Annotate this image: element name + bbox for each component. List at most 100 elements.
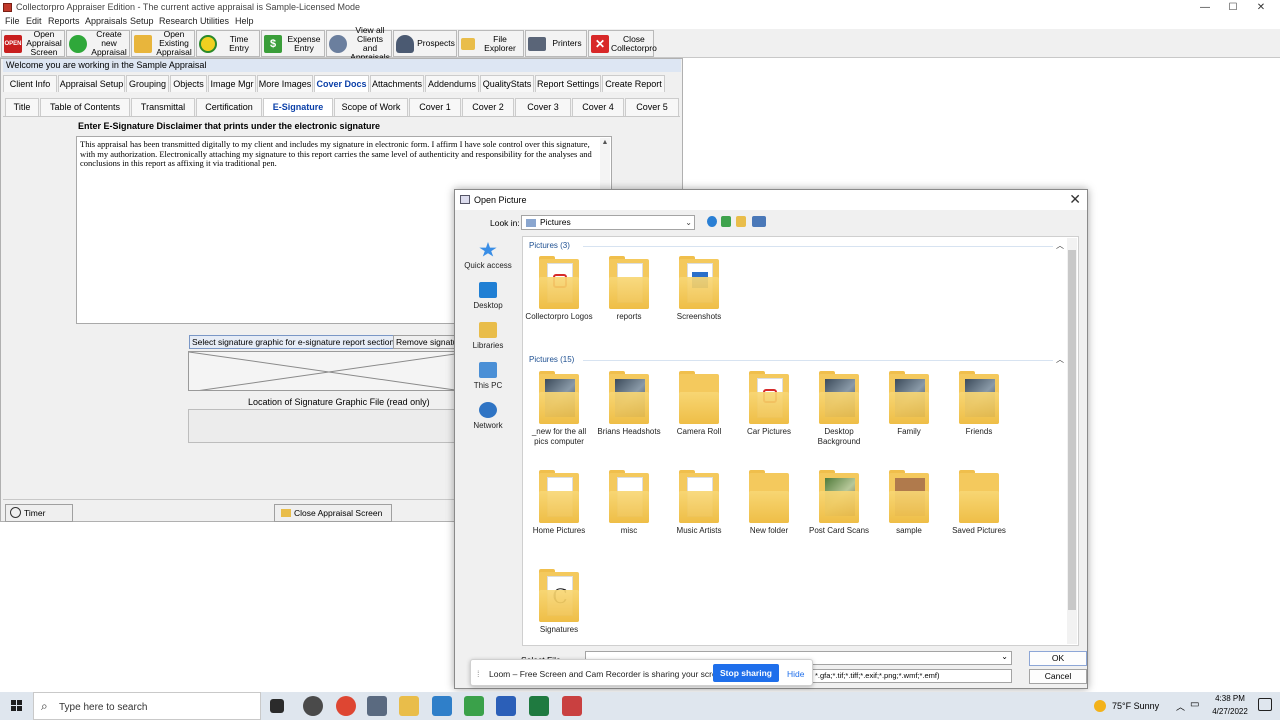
open-existing-appraisal-button[interactable]: Open Existing Appraisal [131,30,195,57]
folder-item[interactable]: reports [594,256,664,322]
close-appraisal-screen-button[interactable]: Close Appraisal Screen [274,504,392,522]
subtab-e-signature[interactable]: E-Signature [263,98,333,116]
file-explorer-button[interactable]: File Explorer [458,30,524,57]
tab-objects[interactable]: Objects [170,75,207,92]
menu-appraisals[interactable]: Appraisals [85,16,127,26]
folder-item[interactable]: Brians Headshots [594,371,664,437]
notifications-icon[interactable] [1258,698,1272,711]
folder-item[interactable]: Music Artists [664,470,734,536]
up-folder-icon[interactable] [721,216,731,227]
group-header-pictures-3[interactable]: Pictures (3) [529,241,570,250]
menu-utilities[interactable]: Utilities [200,16,229,26]
stop-sharing-button[interactable]: Stop sharing [713,664,779,682]
tab-cover-docs[interactable]: Cover Docs [314,75,369,92]
folder-item[interactable]: New folder [734,470,804,536]
folder-item[interactable]: Friends [944,371,1014,437]
clock-date[interactable]: 4/27/2022 [1210,707,1250,716]
chrome-icon[interactable] [336,696,356,716]
look-in-dropdown[interactable]: Pictures ⌄ [521,215,695,230]
clock-time[interactable]: 4:38 PM [1210,694,1250,703]
hide-link[interactable]: Hide [787,669,804,679]
chevron-up-icon[interactable]: ︿ [1056,240,1064,251]
app-icon[interactable] [464,696,484,716]
place-libraries[interactable]: Libraries [460,322,516,350]
network-icon[interactable]: ▭ [1190,699,1199,710]
folder-item[interactable]: _new for the all pics computer [524,371,594,447]
tab-report-settings[interactable]: Report Settings [535,75,601,92]
taskbar-search[interactable]: ⌕ Type here to search [33,692,261,720]
folder-item[interactable]: misc [594,470,664,536]
tab-client-info[interactable]: Client Info [3,75,57,92]
chevron-up-icon[interactable]: ︿ [1176,700,1185,713]
subtab-cover-2[interactable]: Cover 2 [462,98,514,116]
time-entry-button[interactable]: Time Entry [196,30,260,57]
start-button[interactable] [0,692,33,720]
folder-item[interactable]: Desktop Background [804,371,874,447]
tab-grouping[interactable]: Grouping [126,75,169,92]
tab-appraisal-setup[interactable]: Appraisal Setup [58,75,125,92]
group-header-pictures-15[interactable]: Pictures (15) [529,355,574,364]
chevron-up-icon[interactable]: ︿ [1056,354,1064,365]
cancel-button[interactable]: Cancel [1029,669,1087,684]
drag-handle-icon[interactable]: ⁞ [477,669,480,679]
tab-attachments[interactable]: Attachments [370,75,424,92]
subtab-title[interactable]: Title [5,98,39,116]
place-quick-access[interactable]: Quick access [460,242,516,270]
subtab-cover-5[interactable]: Cover 5 [625,98,679,116]
subtab-transmittal[interactable]: Transmittal [131,98,195,116]
file-explorer-icon[interactable] [399,696,419,716]
subtab-certification[interactable]: Certification [196,98,262,116]
view-menu-icon[interactable] [752,216,766,227]
dialog-close-icon[interactable]: ✕ [1069,191,1081,208]
app-icon[interactable] [367,696,387,716]
folder-item[interactable]: Post Card Scans [804,470,874,536]
folder-item[interactable]: Saved Pictures [944,470,1014,536]
open-appraisal-screen-button[interactable]: OPEN Open Appraisal Screen [1,30,65,57]
menu-research[interactable]: Research [159,16,198,26]
timer-button[interactable]: Timer [5,504,73,522]
place-this-pc[interactable]: This PC [460,362,516,390]
select-signature-button[interactable]: Select signature graphic for e-signature… [189,335,398,349]
new-folder-icon[interactable] [736,216,746,227]
subtab-cover-4[interactable]: Cover 4 [572,98,624,116]
close-window-button[interactable]: ✕ [1241,0,1280,15]
subtab-scope-of-work[interactable]: Scope of Work [334,98,408,116]
weather-text[interactable]: 75°F Sunny [1112,701,1159,711]
folder-item[interactable]: Screenshots [664,256,734,322]
file-type-filter[interactable]: *.gfa;*.tif;*.tiff;*.exif;*.png;*.wmf;*.… [810,669,1012,683]
close-collectorpro-button[interactable]: ✕ Close Collectorpro [588,30,657,57]
app-icon[interactable] [303,696,323,716]
create-appraisal-button[interactable]: Create new Appraisal [66,30,130,57]
task-view-icon[interactable] [270,699,284,713]
place-network[interactable]: Network [460,402,516,430]
menu-reports[interactable]: Reports [48,16,80,26]
scrollbar-thumb[interactable] [1068,250,1076,610]
folder-item[interactable]: sample [874,470,944,536]
folder-item[interactable]: Home Pictures [524,470,594,536]
scroll-up-icon[interactable]: ▲ [600,138,610,148]
ok-button[interactable]: OK [1029,651,1087,666]
tab-image-mgr[interactable]: Image Mgr [208,75,256,92]
loom-icon[interactable] [432,696,452,716]
folder-item[interactable]: C Signatures [524,569,594,635]
folder-item[interactable]: Family [874,371,944,437]
tab-more-images[interactable]: More Images [257,75,313,92]
subtab-cover-3[interactable]: Cover 3 [515,98,571,116]
word-icon[interactable] [496,696,516,716]
file-list-scrollbar[interactable] [1067,238,1077,644]
excel-icon[interactable] [529,696,549,716]
subtab-cover-1[interactable]: Cover 1 [409,98,461,116]
place-desktop[interactable]: Desktop [460,282,516,310]
menu-edit[interactable]: Edit [26,16,42,26]
tab-addendums[interactable]: Addendums [425,75,479,92]
menu-file[interactable]: File [5,16,20,26]
prospects-button[interactable]: Prospects [393,30,457,57]
printers-button[interactable]: Printers [525,30,587,57]
collectorpro-icon[interactable] [562,696,582,716]
subtab-table-of-contents[interactable]: Table of Contents [40,98,130,116]
folder-item[interactable]: Camera Roll [664,371,734,437]
folder-item[interactable]: Car Pictures [734,371,804,437]
tab-create-report[interactable]: Create Report [602,75,665,92]
back-icon[interactable] [707,216,717,227]
folder-item[interactable]: Collectorpro Logos [524,256,594,322]
